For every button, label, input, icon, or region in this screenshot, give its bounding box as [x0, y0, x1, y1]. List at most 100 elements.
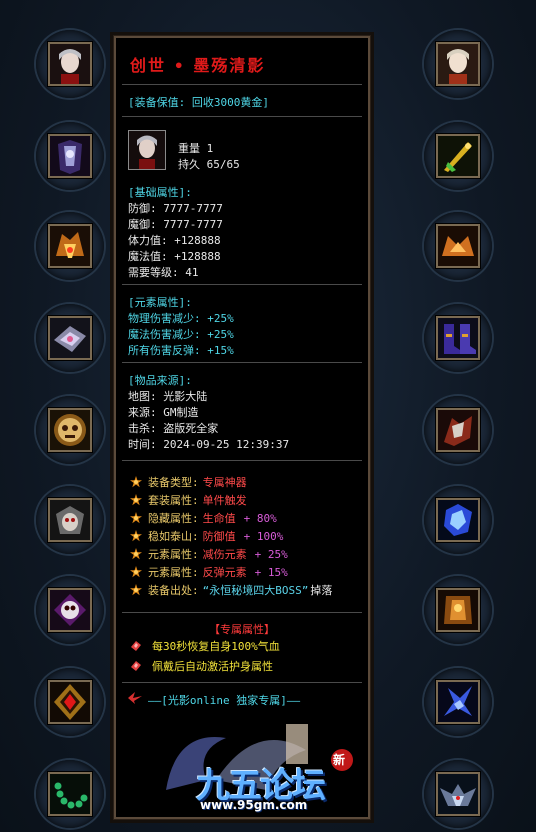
equip-slot-left-3[interactable] [36, 212, 104, 280]
brand-line: ——[光影online 独家专属]—— [148, 694, 301, 707]
armor-icon [48, 134, 92, 178]
equip-slot-left-9[interactable] [36, 760, 104, 828]
special-attr-row: 元素属性: 反弹元素 + 15% [130, 564, 288, 580]
star-bullet-icon [130, 494, 142, 506]
gem-bullet-icon [131, 641, 141, 651]
special-attr-row: 装备类型: 专属神器 [130, 474, 247, 490]
equip-slot-left-1[interactable] [36, 30, 104, 98]
equip-slot-left-6[interactable] [36, 486, 104, 554]
equip-slot-right-1[interactable] [424, 30, 492, 98]
special-attr-key: 稳如泰山: [148, 530, 199, 543]
boots-icon [436, 316, 480, 360]
equip-slot-right-2[interactable] [424, 122, 492, 190]
special-attr-key: 套装属性: [148, 494, 199, 507]
special-attr-key: 元素属性: [148, 548, 199, 561]
base-attr-line: 防御: 7777-7777 [128, 202, 223, 215]
skull-medal-icon [48, 408, 92, 452]
site-watermark-logo: 九五论坛 新 www.95gm.com [136, 720, 362, 816]
equip-slot-right-9[interactable] [424, 760, 492, 828]
divider [122, 284, 362, 285]
element-attr-line: 物理伤害减少: +25% [128, 312, 234, 325]
portrait-icon [48, 42, 92, 86]
sword-icon [436, 134, 480, 178]
skull-emblem-icon [48, 588, 92, 632]
site-url: www.95gm.com [200, 798, 308, 812]
gem-bullet-icon [131, 661, 141, 671]
star-bullet-icon [130, 566, 142, 578]
divider [122, 116, 362, 117]
portrait-icon [436, 42, 480, 86]
special-attr-extra: + 15% [254, 566, 288, 579]
divider [122, 612, 362, 613]
equip-slot-right-7[interactable] [424, 576, 492, 644]
exclusive-line: 佩戴后自动激活护身属性 [152, 660, 273, 673]
item-title: 创世 • 墨殇清影 [130, 56, 266, 75]
equip-slot-right-6[interactable] [424, 486, 492, 554]
jade-bead-necklace-icon [48, 772, 92, 816]
divider [122, 362, 362, 363]
equip-slot-left-4[interactable] [36, 304, 104, 372]
source-header: [物品来源]: [128, 374, 192, 387]
special-attr-value: 反弹元素 [202, 566, 247, 579]
demon-mask-icon [48, 498, 92, 542]
special-attr-row: 隐藏属性: 生命值 + 80% [130, 510, 277, 526]
helmet-icon [48, 224, 92, 268]
special-attr-row: 元素属性: 减伤元素 + 25% [130, 546, 288, 562]
base-attr-line: 需要等级: 41 [128, 266, 199, 279]
special-attr-key: 装备出处: [148, 584, 199, 597]
wing-icon [128, 692, 142, 704]
new-badge: 新 [333, 753, 346, 767]
special-attr-key: 元素属性: [148, 566, 199, 579]
special-attr-row: 套装属性: 单件触发 [130, 492, 247, 508]
star-bullet-icon [130, 548, 142, 560]
source-line: 击杀: 盗版死全家 [128, 422, 219, 435]
equip-slot-right-3[interactable] [424, 212, 492, 280]
phoenix-blade-icon [436, 680, 480, 724]
source-line: 地图: 光影大陆 [128, 390, 208, 403]
special-attr-key: 隐藏属性: [148, 512, 199, 525]
weapon-fist-icon [436, 408, 480, 452]
item-weight: 重量 1 [178, 142, 214, 155]
item-tooltip-panel: 创世 • 墨殇清影 [装备保值: 回收3000黄金] 重量 1 持久 65/65… [114, 36, 370, 819]
special-attr-extra: 掉落 [310, 584, 333, 597]
special-attr-key: 装备类型: [148, 476, 199, 489]
equip-slot-left-2[interactable] [36, 122, 104, 190]
equip-slot-right-4[interactable] [424, 304, 492, 372]
exclusive-header: 【专属属性】 [209, 623, 275, 636]
winged-helm-icon [436, 772, 480, 816]
element-attr-line: 所有伤害反弹: +15% [128, 344, 234, 357]
divider [122, 84, 362, 85]
special-attr-value: 单件触发 [202, 494, 247, 507]
special-attr-extra: + 25% [254, 548, 288, 561]
red-gem-amulet-icon [48, 680, 92, 724]
wing-crown-icon [436, 224, 480, 268]
equip-slot-right-5[interactable] [424, 396, 492, 464]
special-attr-row: 装备出处: “永恒秘境四大BOSS” 掉落 [130, 582, 332, 598]
crystal-icon [436, 498, 480, 542]
divider [122, 460, 362, 461]
special-attr-value: “永恒秘境四大BOSS” [202, 584, 309, 597]
base-attr-line: 魔法值: +128888 [128, 250, 221, 263]
item-portrait-icon [128, 130, 166, 170]
equip-slot-left-8[interactable] [36, 668, 104, 736]
element-attr-line: 魔法伤害减少: +25% [128, 328, 234, 341]
special-attr-extra: + 100% [243, 530, 284, 543]
item-durability: 持久 65/65 [178, 158, 240, 171]
special-attr-value: 生命值 [202, 512, 236, 525]
equip-slot-left-7[interactable] [36, 576, 104, 644]
special-attr-value: 专属神器 [202, 476, 247, 489]
equip-slot-left-5[interactable] [36, 396, 104, 464]
source-line: 时间: 2024-09-25 12:39:37 [128, 438, 290, 451]
special-attr-value: 减伤元素 [202, 548, 247, 561]
special-attr-extra: + 80% [243, 512, 277, 525]
special-attr-row: 稳如泰山: 防御值 + 100% [130, 528, 283, 544]
star-bullet-icon [130, 584, 142, 596]
star-bullet-icon [130, 530, 142, 542]
dragon-armor-icon [436, 588, 480, 632]
bracelet-icon [48, 316, 92, 360]
star-bullet-icon [130, 476, 142, 488]
item-value-line: [装备保值: 回收3000黄金] [128, 96, 269, 109]
base-attr-line: 体力值: +128888 [128, 234, 221, 247]
equip-slot-right-8[interactable] [424, 668, 492, 736]
element-attr-header: [元素属性]: [128, 296, 192, 309]
